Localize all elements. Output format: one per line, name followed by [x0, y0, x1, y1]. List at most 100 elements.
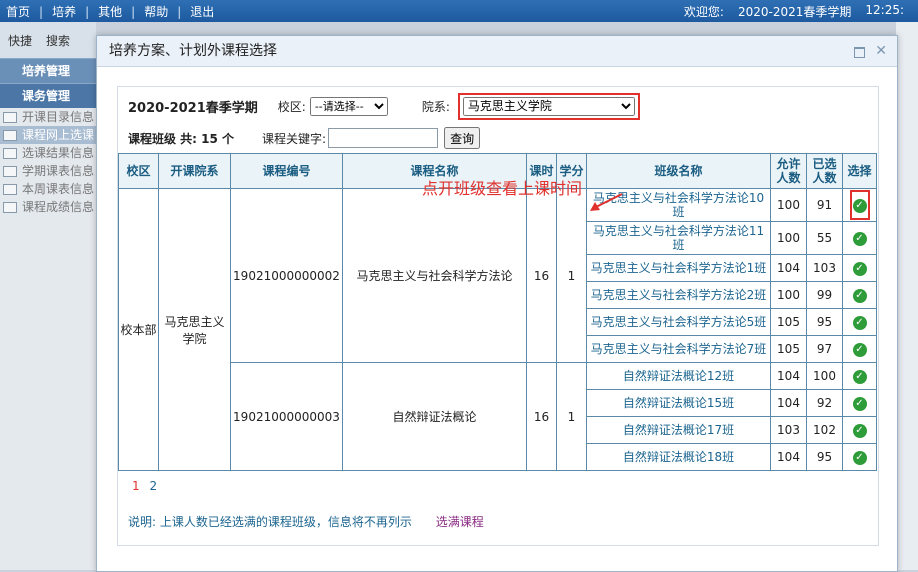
select-highlight-box: ✓ [849, 190, 870, 220]
allow-cell: 103 [770, 416, 807, 444]
class-link[interactable]: 马克思主义与社会科学方法论11班 [587, 224, 770, 252]
list-icon [3, 112, 17, 123]
select-cell: ✓ [842, 221, 877, 255]
check-icon[interactable]: ✓ [852, 343, 867, 357]
class-link[interactable]: 自然辩证法概论12班 [587, 369, 770, 383]
allow-cell: 100 [770, 221, 807, 255]
select-cell: ✓ [842, 443, 877, 471]
chosen-cell: 92 [806, 389, 843, 417]
allow-cell: 104 [770, 443, 807, 471]
close-icon[interactable]: ✕ [875, 36, 887, 66]
check-icon[interactable]: ✓ [852, 370, 867, 384]
top-bar: 首页 | 培养 | 其他 | 帮助 | 退出 欢迎您: 2020-2021春季学期 12… [0, 0, 918, 22]
chosen-cell: 95 [806, 443, 843, 471]
footer-note: 说明: 上课人数已经选满的课程班级，信息将不再列示 选满课程 [128, 513, 484, 530]
col-class: 班级名称 [586, 153, 771, 189]
sidebar-item-selection-result[interactable]: 选课结果信息 [0, 144, 96, 162]
filter-row: 2020-2021春季学期 校区: --请选择-- 院系: 马克思主义学院 [128, 92, 640, 120]
nav-training[interactable]: 培养 [52, 3, 76, 20]
col-allow: 允许人数 [770, 153, 807, 189]
keyword-input[interactable] [328, 128, 439, 148]
check-icon[interactable]: ✓ [852, 199, 867, 213]
check-icon[interactable]: ✓ [852, 289, 867, 303]
allow-cell: 100 [770, 281, 807, 309]
sidebar-head-course-affairs[interactable]: 课务管理 [0, 83, 96, 108]
dialog-title-bar: 培养方案、计划外课程选择 ✕ [97, 36, 897, 67]
maximize-icon[interactable] [854, 47, 866, 58]
select-cell: ✓ [842, 188, 877, 222]
list-icon [3, 130, 17, 141]
tab-shortcut[interactable]: 快捷 [8, 32, 32, 49]
course-table: 校区 开课院系 课程编号 课程名称 课时 学分 班级名称 允许人数 已选人数 选… [118, 153, 877, 471]
col-chosen: 已选人数 [806, 153, 843, 189]
check-icon[interactable]: ✓ [852, 424, 867, 438]
class-link[interactable]: 自然辩证法概论15班 [587, 396, 770, 410]
chosen-cell: 97 [806, 335, 843, 363]
check-icon[interactable]: ✓ [852, 397, 867, 411]
class-link[interactable]: 自然辩证法概论17班 [587, 423, 770, 437]
term-text: 2020-2021春季学期 [737, 5, 852, 19]
check-icon[interactable]: ✓ [852, 232, 867, 246]
class-link[interactable]: 马克思主义与社会科学方法论7班 [587, 342, 770, 356]
annotation-text: 点开班级查看上课时间 [422, 179, 583, 198]
top-status: 欢迎您: 2020-2021春季学期 12:25: [684, 3, 918, 20]
query-button[interactable]: 查询 [444, 127, 481, 149]
nav-help[interactable]: 帮助 [144, 3, 168, 20]
check-icon[interactable]: ✓ [852, 316, 867, 330]
campus-select[interactable]: --请选择-- [309, 96, 388, 116]
course-name-cell: 马克思主义与社会科学方法论 [342, 188, 527, 363]
page-link[interactable]: 2 [149, 479, 157, 493]
tab-search[interactable]: 搜索 [46, 32, 70, 49]
term-label: 2020-2021春季学期 [128, 100, 258, 116]
course-selection-dialog: 培养方案、计划外课程选择 ✕ 2020-2021春季学期 校区: --请选择--… [96, 35, 898, 572]
table-row: 19021000000003 自然辩证法概论 16 1 自然辩证法概论12班 1… [119, 362, 877, 471]
check-icon[interactable]: ✓ [852, 451, 867, 465]
class-link[interactable]: 马克思主义与社会科学方法论2班 [587, 288, 770, 302]
list-icon [3, 166, 17, 177]
sidebar-item-week-schedule[interactable]: 本周课表信息 [0, 180, 96, 198]
check-icon[interactable]: ✓ [852, 262, 867, 276]
allow-cell: 100 [770, 188, 807, 222]
list-icon [3, 184, 17, 195]
dialog-title: 培养方案、计划外课程选择 [109, 43, 277, 59]
select-cell: ✓ [842, 362, 877, 390]
school-cell: 马克思主义学院 [158, 188, 231, 471]
nav-home[interactable]: 首页 [6, 3, 30, 20]
course-code-cell: 19021000000003 [230, 362, 343, 471]
sidebar-head-training[interactable]: 培养管理 [0, 58, 96, 83]
chosen-cell: 102 [806, 416, 843, 444]
class-link[interactable]: 马克思主义与社会科学方法论5班 [587, 315, 770, 329]
select-cell: ✓ [842, 254, 877, 282]
course-name-cell: 自然辩证法概论 [342, 362, 527, 471]
course-credit-cell: 1 [556, 362, 587, 471]
sidebar-item-term-schedule[interactable]: 学期课表信息 [0, 162, 96, 180]
sidebar-item-course-catalog[interactable]: 开课目录信息 [0, 108, 96, 126]
dept-highlight-box: 马克思主义学院 [457, 92, 640, 120]
nav-logout[interactable]: 退出 [190, 3, 214, 20]
select-cell: ✓ [842, 416, 877, 444]
nav-other[interactable]: 其他 [98, 3, 122, 20]
sidebar: 快捷 搜索 培养管理 课务管理 开课目录信息 课程网上选课 选课结果信息 学期课… [0, 22, 96, 570]
sidebar-tabs: 快捷 搜索 [0, 22, 96, 58]
allow-cell: 105 [770, 335, 807, 363]
chosen-cell: 103 [806, 254, 843, 282]
course-hours-cell: 16 [526, 188, 557, 363]
class-link[interactable]: 自然辩证法概论18班 [587, 450, 770, 464]
allow-cell: 104 [770, 362, 807, 390]
select-cell: ✓ [842, 281, 877, 309]
sidebar-item-grades[interactable]: 课程成绩信息 [0, 198, 96, 216]
annotation-arrow-icon [590, 193, 623, 211]
select-cell: ✓ [842, 335, 877, 363]
full-courses-link[interactable]: 选满课程 [436, 515, 484, 529]
chosen-cell: 91 [806, 188, 843, 222]
dept-select[interactable]: 马克思主义学院 [462, 96, 635, 116]
class-link[interactable]: 马克思主义与社会科学方法论1班 [587, 261, 770, 275]
sidebar-item-online-selection[interactable]: 课程网上选课 [0, 126, 96, 144]
col-select: 选择 [842, 153, 877, 189]
select-cell: ✓ [842, 308, 877, 336]
chosen-cell: 100 [806, 362, 843, 390]
class-count: 课程班级 共: 15 个 [128, 131, 235, 146]
note-text: 说明: 上课人数已经选满的课程班级，信息将不再列示 [128, 515, 412, 529]
campus-cell: 校本部 [118, 188, 159, 471]
campus-label: 校区: [277, 99, 306, 114]
